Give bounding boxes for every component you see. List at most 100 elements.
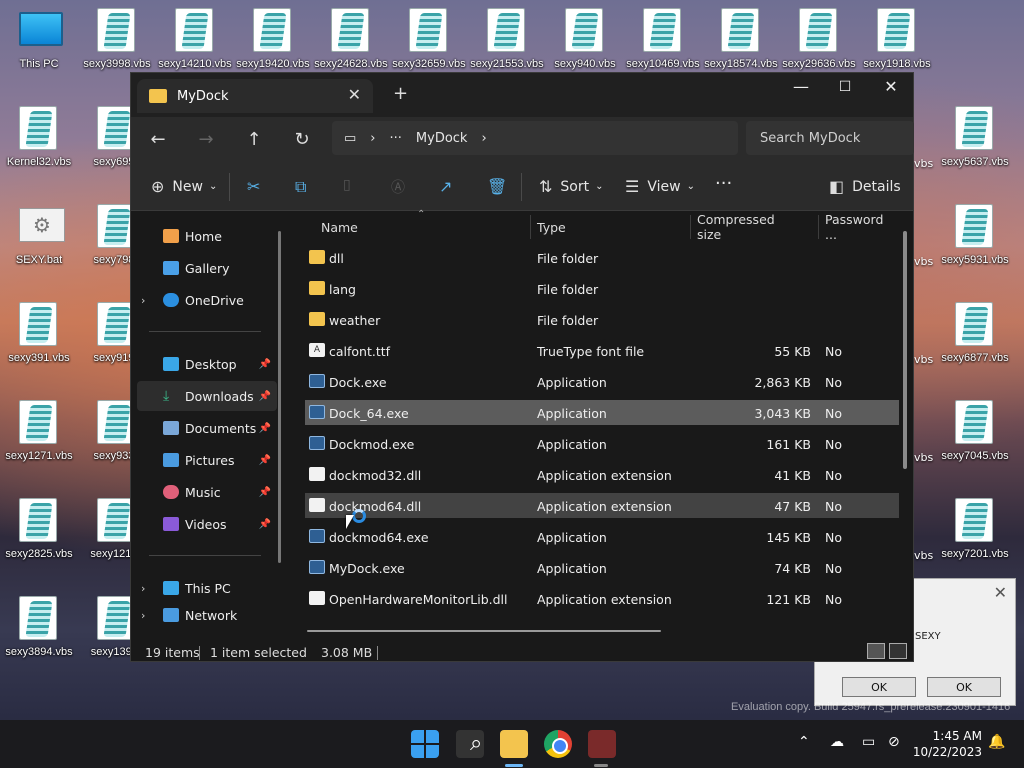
details-view-icon[interactable]: [867, 643, 885, 659]
sidebar-item-music[interactable]: Music 📌: [137, 477, 277, 507]
desktop-icon-vbs[interactable]: sexy7201.vbs: [936, 490, 1014, 562]
sidebar-item-network[interactable]: › Network: [137, 605, 277, 625]
application-icon: [309, 529, 325, 543]
tiles-view-icon[interactable]: [889, 643, 907, 659]
sidebar-item-onedrive[interactable]: › OneDrive: [137, 285, 277, 315]
rename-icon[interactable]: Ⓐ: [391, 177, 405, 197]
file-row[interactable]: Dockmod.exe Application 161 KB No: [305, 431, 899, 456]
notification-bell-icon[interactable]: 🔔: [988, 734, 1005, 750]
desktop-icon-this-pc[interactable]: This PC: [0, 0, 78, 72]
file-row[interactable]: lang File folder: [305, 276, 899, 301]
tab-mydock[interactable]: MyDock ✕: [137, 79, 373, 113]
column-header-name[interactable]: Name: [291, 215, 531, 239]
desktop-icon-vbs[interactable]: sexy5637.vbs: [936, 98, 1014, 170]
close-tab-icon[interactable]: ✕: [348, 85, 361, 104]
file-row-selected[interactable]: Dock_64.exe Application 3,043 KB No: [305, 400, 899, 425]
file-row[interactable]: dll File folder: [305, 245, 899, 270]
cut-icon[interactable]: ✂: [247, 177, 260, 196]
close-window-button[interactable]: ✕: [869, 77, 913, 96]
delete-icon[interactable]: 🗑: [487, 177, 507, 196]
desktop-icon-vbs[interactable]: sexy18574.vbs: [702, 0, 780, 72]
file-row-hovered[interactable]: dockmod64.dll Application extension 47 K…: [305, 493, 899, 518]
refresh-icon[interactable]: ↻: [287, 129, 317, 150]
cloud-icon[interactable]: ☁: [830, 734, 844, 750]
column-header-compressed-size[interactable]: Compressed size: [667, 212, 795, 242]
close-icon[interactable]: ✕: [994, 583, 1007, 602]
breadcrumb-mydock[interactable]: MyDock: [416, 131, 468, 146]
file-row[interactable]: weather File folder: [305, 307, 899, 332]
new-button[interactable]: ⊕ New ⌄: [151, 177, 217, 196]
sidebar-item-gallery[interactable]: Gallery: [137, 253, 277, 283]
desktop-icon-bat[interactable]: ⚙ SEXY.bat: [0, 196, 78, 268]
maximize-button[interactable]: ☐: [823, 79, 867, 95]
file-row[interactable]: dockmod64.exe Application 145 KB No: [305, 524, 899, 549]
vertical-scrollbar[interactable]: [903, 231, 907, 469]
sidebar-item-pictures[interactable]: Pictures 📌: [137, 445, 277, 475]
desktop-icon-vbs[interactable]: sexy2825.vbs: [0, 490, 78, 562]
share-icon[interactable]: ↗: [439, 177, 452, 196]
new-tab-button[interactable]: +: [393, 83, 408, 104]
desktop-icon-vbs[interactable]: sexy5931.vbs: [936, 196, 1014, 268]
desktop-icon-vbs[interactable]: sexy1271.vbs: [0, 392, 78, 464]
sidebar-scrollbar[interactable]: [278, 231, 281, 563]
desktop-icon-vbs[interactable]: sexy14210.vbs: [156, 0, 234, 72]
search-icon[interactable]: ⌕: [456, 730, 484, 758]
sidebar-item-home[interactable]: Home: [137, 221, 277, 251]
desktop-icon-vbs[interactable]: sexy391.vbs: [0, 294, 78, 366]
desktop-icon-vbs[interactable]: sexy940.vbs: [546, 0, 624, 72]
ok-button[interactable]: OK: [927, 677, 1001, 697]
display-icon[interactable]: ▭: [862, 734, 875, 750]
sidebar-item-desktop[interactable]: Desktop 📌: [137, 349, 277, 379]
more-options-icon[interactable]: ···: [715, 173, 732, 194]
breadcrumb-more[interactable]: ···: [390, 131, 402, 146]
file-row[interactable]: A calfont.ttf TrueType font file 55 KB N…: [305, 338, 899, 363]
start-icon[interactable]: [411, 730, 439, 758]
paste-icon[interactable]: ▯: [343, 177, 351, 193]
sidebar-item-documents[interactable]: Documents 📌: [137, 413, 277, 443]
desktop-icon-vbs[interactable]: sexy3998.vbs: [78, 0, 156, 72]
desktop-icon-vbs[interactable]: sexy21553.vbs: [468, 0, 546, 72]
column-header-type[interactable]: Type: [507, 215, 667, 239]
address-bar[interactable]: ▭ › ··· MyDock ›: [332, 121, 738, 155]
file-row[interactable]: OpenHardwareMonitorLib.dll Application e…: [305, 586, 899, 611]
chevron-right-icon[interactable]: ›: [141, 582, 145, 595]
chevron-up-icon[interactable]: ⌃: [798, 734, 810, 750]
chrome-icon[interactable]: [544, 730, 572, 758]
copy-icon[interactable]: ⧉: [295, 177, 306, 197]
script-file-icon: [565, 8, 605, 54]
forward-icon[interactable]: →: [191, 129, 221, 150]
sidebar-item-videos[interactable]: Videos 📌: [137, 509, 277, 539]
desktop-icon-vbs[interactable]: sexy1918.vbs: [858, 0, 936, 72]
desktop-icon-vbs[interactable]: Kernel32.vbs: [0, 98, 78, 170]
network-disconnected-icon[interactable]: ⊘: [888, 734, 900, 750]
desktop-icon-vbs[interactable]: sexy7045.vbs: [936, 392, 1014, 464]
desktop-icon-vbs[interactable]: sexy6877.vbs: [936, 294, 1014, 366]
desktop-icon-vbs[interactable]: sexy19420.vbs: [234, 0, 312, 72]
desktop-icon-label: sexy10469.vbs: [626, 58, 700, 70]
sort-button[interactable]: ⇅ Sort ⌄: [539, 177, 604, 196]
up-icon[interactable]: ↑: [239, 129, 269, 150]
search-input[interactable]: Search MyDock: [746, 121, 914, 155]
column-header-password[interactable]: Password ...: [795, 212, 895, 242]
desktop-icon-vbs[interactable]: sexy24628.vbs: [312, 0, 390, 72]
file-row[interactable]: Dock.exe Application 2,863 KB No: [305, 369, 899, 394]
clock[interactable]: 1:45 AM 10/22/2023: [910, 728, 982, 760]
desktop-icon-vbs[interactable]: sexy29636.vbs: [780, 0, 858, 72]
desktop-icon-vbs[interactable]: sexy10469.vbs: [624, 0, 702, 72]
ok-button[interactable]: OK: [842, 677, 916, 697]
file-row[interactable]: MyDock.exe Application 74 KB No: [305, 555, 899, 580]
desktop-icon-vbs[interactable]: sexy32659.vbs: [390, 0, 468, 72]
chevron-right-icon[interactable]: ›: [141, 294, 145, 307]
chevron-right-icon[interactable]: ›: [141, 609, 145, 622]
app-icon[interactable]: [588, 730, 616, 758]
file-row[interactable]: dockmod32.dll Application extension 41 K…: [305, 462, 899, 487]
back-icon[interactable]: ←: [143, 129, 173, 150]
desktop-icon-vbs[interactable]: sexy3894.vbs: [0, 588, 78, 660]
view-button[interactable]: ☰ View ⌄: [625, 177, 695, 196]
details-button[interactable]: ◧ Details: [829, 177, 901, 196]
minimize-button[interactable]: —: [779, 77, 823, 96]
sidebar-item-downloads[interactable]: ⤓ Downloads 📌: [137, 381, 277, 411]
sidebar-item-this-pc[interactable]: › This PC: [137, 573, 277, 603]
file-explorer-icon[interactable]: [500, 730, 528, 758]
horizontal-scrollbar[interactable]: [307, 630, 661, 632]
